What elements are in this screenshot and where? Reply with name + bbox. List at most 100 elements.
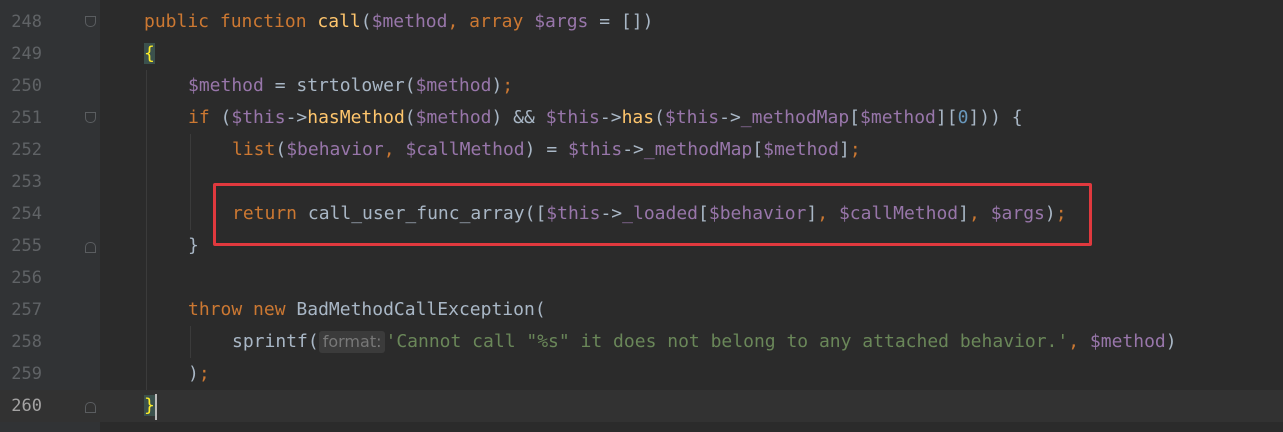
code-text: sprintf(format: 'Cannot call "%s" it does…	[232, 326, 1177, 358]
line-number: 251	[11, 108, 42, 128]
punctuation: (	[360, 11, 372, 32]
line-number: 254	[11, 204, 42, 224]
code-editor[interactable]: 248 public function call($method, array …	[0, 0, 1283, 432]
code-text: {	[144, 38, 155, 70]
code-text: public function call($method, array $arg…	[144, 6, 653, 38]
variable: $method	[188, 75, 264, 96]
punctuation: )	[491, 75, 503, 96]
code-line-252[interactable]: 252 list($behavior, $callMethod) = $this…	[0, 134, 1283, 166]
variable: $method	[371, 11, 448, 32]
semicolon: ;	[502, 75, 514, 96]
punctuation: (	[209, 107, 232, 128]
punctuation: )	[188, 363, 199, 384]
keyword: function	[219, 11, 307, 32]
fold-expanded-icon[interactable]	[85, 16, 96, 27]
keyword: public	[144, 11, 210, 32]
code-text: if ($this->hasMethod($method) && $this->…	[188, 102, 1023, 134]
code-line-249[interactable]: 249 {	[0, 38, 1283, 70]
arrow: ->	[622, 139, 644, 160]
punctuation: = strtolower(	[263, 75, 416, 96]
arrow: ->	[599, 107, 622, 128]
comma: ,	[383, 139, 406, 160]
semicolon: ;	[849, 139, 861, 160]
brace: }	[188, 235, 199, 256]
variable: $this	[664, 107, 720, 128]
line-number: 253	[11, 172, 42, 192]
class-name: BadMethodCallException	[296, 299, 535, 320]
comma: ,	[1068, 331, 1090, 352]
text-cursor	[155, 394, 157, 420]
method-name: has	[621, 107, 655, 128]
variable: $method	[763, 139, 839, 160]
fold-end-icon[interactable]	[85, 402, 96, 413]
variable: $this	[568, 139, 623, 160]
variable: $method	[415, 107, 492, 128]
punctuation: )	[1165, 331, 1177, 352]
punctuation: (	[534, 299, 546, 320]
punctuation: ) =	[524, 139, 569, 160]
line-number: 255	[11, 236, 42, 256]
code-line-260[interactable]: 260 }	[0, 390, 1283, 422]
variable: $this	[545, 107, 600, 128]
punctuation: ])) {	[968, 107, 1023, 128]
code-line-251[interactable]: 251 if ($this->hasMethod($method) && $th…	[0, 102, 1283, 134]
line-number: 256	[11, 268, 42, 288]
code-text: throw new BadMethodCallException(	[188, 294, 546, 326]
variable: $callMethod	[405, 139, 525, 160]
code-text: );	[188, 358, 210, 390]
code-line-248[interactable]: 248 public function call($method, array …	[0, 6, 1283, 38]
keyword: list	[232, 139, 276, 160]
number: 0	[957, 107, 969, 128]
semicolon: ;	[198, 363, 210, 384]
keyword: if	[188, 107, 210, 128]
punctuation: (	[275, 139, 287, 160]
arrow: ->	[719, 107, 741, 128]
code-text: }	[188, 230, 199, 262]
punctuation: ) &&	[491, 107, 546, 128]
variable: $args	[534, 11, 589, 32]
line-number: 249	[11, 44, 42, 64]
parameter-hint: format:	[318, 331, 386, 353]
fold-end-icon[interactable]	[85, 242, 96, 253]
variable: $this	[231, 107, 286, 128]
property: _methodMap	[643, 139, 753, 160]
line-number: 250	[11, 76, 42, 96]
matched-brace: }	[144, 395, 155, 416]
code-line-256[interactable]: 256	[0, 262, 1283, 294]
method-name: hasMethod	[307, 107, 405, 128]
matched-brace: {	[144, 43, 155, 64]
punctuation: (	[654, 107, 665, 128]
code-line-250[interactable]: 250 $method = strtolower($method);	[0, 70, 1283, 102]
punctuation: (	[404, 107, 416, 128]
keyword: new	[253, 299, 286, 320]
property: _methodMap	[740, 107, 850, 128]
punctuation: ]	[838, 139, 850, 160]
variable: $method	[860, 107, 936, 128]
punctuation: = [])	[588, 11, 654, 32]
string-literal: 'Cannot call "%s" it does not belong to …	[385, 331, 1069, 352]
fold-expanded-icon[interactable]	[85, 112, 96, 123]
line-number: 257	[11, 300, 42, 320]
code-line-259[interactable]: 259 );	[0, 358, 1283, 390]
code-text: }	[144, 390, 155, 422]
annotation-highlight-box	[213, 183, 1092, 246]
code-text: $method = strtolower($method);	[188, 70, 513, 102]
punctuation: [	[752, 139, 764, 160]
function-call: sprintf(	[232, 331, 319, 352]
line-number: 248	[11, 12, 42, 32]
variable: $method	[1089, 331, 1166, 352]
line-number: 260	[11, 396, 42, 416]
line-number: 259	[11, 364, 42, 384]
code-text: list($behavior, $callMethod) = $this->_m…	[232, 134, 861, 166]
keyword: throw	[188, 299, 243, 320]
code-line-257[interactable]: 257 throw new BadMethodCallException(	[0, 294, 1283, 326]
punctuation: ][	[935, 107, 958, 128]
keyword: array	[469, 11, 524, 32]
variable: $method	[415, 75, 492, 96]
arrow: ->	[285, 107, 308, 128]
punctuation: [	[849, 107, 861, 128]
code-line-258[interactable]: 258 sprintf(format: 'Cannot call "%s" it …	[0, 326, 1283, 358]
variable: $behavior	[286, 139, 384, 160]
comma: ,	[447, 11, 470, 32]
